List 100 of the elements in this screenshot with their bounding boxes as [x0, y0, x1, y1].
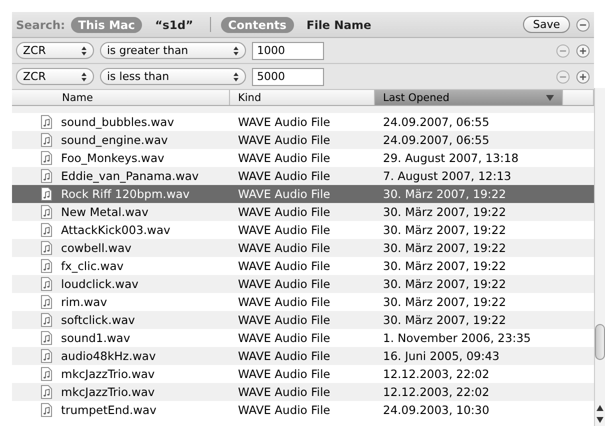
audio-file-icon [41, 313, 52, 327]
last-opened-date: 30. März 2007, 19:22 [383, 223, 506, 237]
file-row[interactable]: rim.wav WAVE Audio File 30. März 2007, 19:22 [12, 293, 594, 311]
add-icon[interactable] [576, 70, 590, 84]
last-opened-date: 30. März 2007, 19:22 [383, 259, 506, 273]
file-row[interactable]: sound_engine.wav WAVE Audio File 24.09.2007, 06:55 [12, 131, 594, 149]
file-kind: WAVE Audio File [238, 295, 330, 309]
up-down-arrows-icon [233, 72, 239, 82]
file-row[interactable]: mkcJazzTrio.wav WAVE Audio File 12.12.2003, 22:02 [12, 383, 594, 401]
last-opened-date: 24.09.2007, 06:55 [383, 115, 490, 129]
target-button[interactable]: File Name [300, 16, 378, 32]
operator-popup[interactable]: is greater than [100, 42, 246, 59]
file-kind: WAVE Audio File [238, 241, 330, 255]
file-name: Foo_Monkeys.wav [61, 151, 164, 165]
last-opened-date: 7. August 2007, 12:13 [383, 169, 512, 183]
file-row[interactable]: Rock Riff 120bpm.wav WAVE Audio File 30. März 2007, 19:22 [12, 185, 594, 203]
operator-popup[interactable]: is less than [100, 68, 246, 85]
audio-file-icon [41, 151, 52, 165]
file-row[interactable]: loudclick.wav WAVE Audio File 30. März 2007, 19:22 [12, 275, 594, 293]
file-name: fx_clic.wav [61, 259, 124, 273]
scroll-thumb[interactable] [595, 324, 605, 360]
remove-icon[interactable] [576, 18, 590, 32]
value-field[interactable]: 5000 [252, 68, 324, 86]
scope-button[interactable]: “s1d” [148, 16, 200, 32]
column-header[interactable]: Name [12, 90, 230, 105]
audio-file-icon [41, 385, 52, 399]
last-opened-date: 16. Juni 2005, 09:43 [383, 349, 500, 363]
last-opened-date: 30. März 2007, 19:22 [383, 205, 506, 219]
up-down-arrows-icon [233, 46, 239, 56]
file-kind: WAVE Audio File [238, 349, 330, 363]
file-kind: WAVE Audio File [238, 259, 330, 273]
file-kind: WAVE Audio File [238, 133, 330, 147]
add-icon[interactable] [576, 44, 590, 58]
file-kind: WAVE Audio File [238, 169, 330, 183]
file-kind: WAVE Audio File [238, 313, 330, 327]
audio-file-icon [41, 367, 52, 381]
last-opened-date: 12.12.2003, 22:02 [383, 367, 490, 381]
save-button[interactable]: Save [522, 16, 570, 33]
file-kind: WAVE Audio File [238, 205, 330, 219]
audio-file-icon [41, 277, 52, 291]
file-kind: WAVE Audio File [238, 403, 330, 417]
audio-file-icon [41, 331, 52, 345]
last-opened-date: 1. November 2006, 23:35 [383, 331, 531, 345]
file-name: softclick.wav [61, 313, 135, 327]
file-name: loudclick.wav [61, 277, 138, 291]
file-kind: WAVE Audio File [238, 151, 330, 165]
search-label: Search: [16, 18, 66, 32]
file-name: Rock Riff 120bpm.wav [61, 187, 190, 201]
audio-file-icon [41, 205, 52, 219]
audio-file-icon [41, 349, 52, 363]
last-opened-date: 30. März 2007, 19:22 [383, 313, 506, 327]
audio-file-icon [41, 133, 52, 147]
file-kind: WAVE Audio File [238, 187, 330, 201]
file-name: New Metal.wav [61, 205, 148, 219]
file-row[interactable]: softclick.wav WAVE Audio File 30. März 2007, 19:22 [12, 311, 594, 329]
last-opened-date: 30. März 2007, 19:22 [383, 187, 506, 201]
audio-file-icon [41, 115, 52, 129]
last-opened-date: 24.09.2007, 06:55 [383, 133, 490, 147]
audio-file-icon [41, 223, 52, 237]
file-row[interactable]: sound_bubbles.wav WAVE Audio File 24.09.2007, 06:55 [12, 113, 594, 131]
file-name: sound_bubbles.wav [61, 115, 174, 129]
last-opened-date: 30. März 2007, 19:22 [383, 295, 506, 309]
file-row[interactable]: mkcJazzTrio.wav WAVE Audio File 12.12.2003, 22:02 [12, 365, 594, 383]
scrollbar[interactable] [594, 88, 605, 426]
up-down-arrows-icon [81, 46, 87, 56]
file-row[interactable]: New Metal.wav WAVE Audio File 30. März 2007, 19:22 [12, 203, 594, 221]
file-name: trumpetEnd.wav [61, 403, 156, 417]
file-name: Eddie_van_Panama.wav [61, 169, 199, 183]
last-opened-date: 29. August 2007, 13:18 [383, 151, 519, 165]
file-name: mkcJazzTrio.wav [61, 385, 155, 399]
file-row[interactable]: audio48kHz.wav WAVE Audio File 16. Juni 2005, 09:43 [12, 347, 594, 365]
file-kind: WAVE Audio File [238, 115, 330, 129]
attribute-popup[interactable]: ZCR [16, 68, 94, 85]
file-row[interactable]: cowbell.wav WAVE Audio File 30. März 2007, 19:22 [12, 239, 594, 257]
file-row[interactable]: Eddie_van_Panama.wav WAVE Audio File 7. August 2007, 12:13 [12, 167, 594, 185]
column-header[interactable]: Last Opened [375, 90, 563, 105]
file-name: sound1.wav [61, 331, 130, 345]
file-row[interactable]: Foo_Monkeys.wav WAVE Audio File 29. August 2007, 13:18 [12, 149, 594, 167]
audio-file-icon [41, 187, 52, 201]
last-opened-date: 30. März 2007, 19:22 [383, 241, 506, 255]
file-kind: WAVE Audio File [238, 331, 330, 345]
attribute-popup[interactable]: ZCR [16, 42, 94, 59]
file-kind: WAVE Audio File [238, 385, 330, 399]
value-field[interactable]: 1000 [252, 42, 324, 60]
file-row[interactable]: fx_clic.wav WAVE Audio File 30. März 2007, 19:22 [12, 257, 594, 275]
audio-file-icon [41, 169, 52, 183]
file-name: audio48kHz.wav [61, 349, 156, 363]
file-kind: WAVE Audio File [238, 367, 330, 381]
up-down-arrows-icon [81, 72, 87, 82]
file-row[interactable]: trumpetEnd.wav WAVE Audio File 24.09.2003, 10:30 [12, 401, 594, 419]
audio-file-icon [41, 295, 52, 309]
file-name: AttackKick003.wav [61, 223, 170, 237]
audio-file-icon [41, 259, 52, 273]
sort-arrow-icon [546, 94, 554, 100]
file-kind: WAVE Audio File [238, 223, 330, 237]
file-name: sound_engine.wav [61, 133, 168, 147]
audio-file-icon [41, 241, 52, 255]
file-row[interactable]: sound1.wav WAVE Audio File 1. November 2006, 23:35 [12, 329, 594, 347]
file-name: mkcJazzTrio.wav [61, 367, 155, 381]
file-row[interactable]: AttackKick003.wav WAVE Audio File 30. März 2007, 19:22 [12, 221, 594, 239]
